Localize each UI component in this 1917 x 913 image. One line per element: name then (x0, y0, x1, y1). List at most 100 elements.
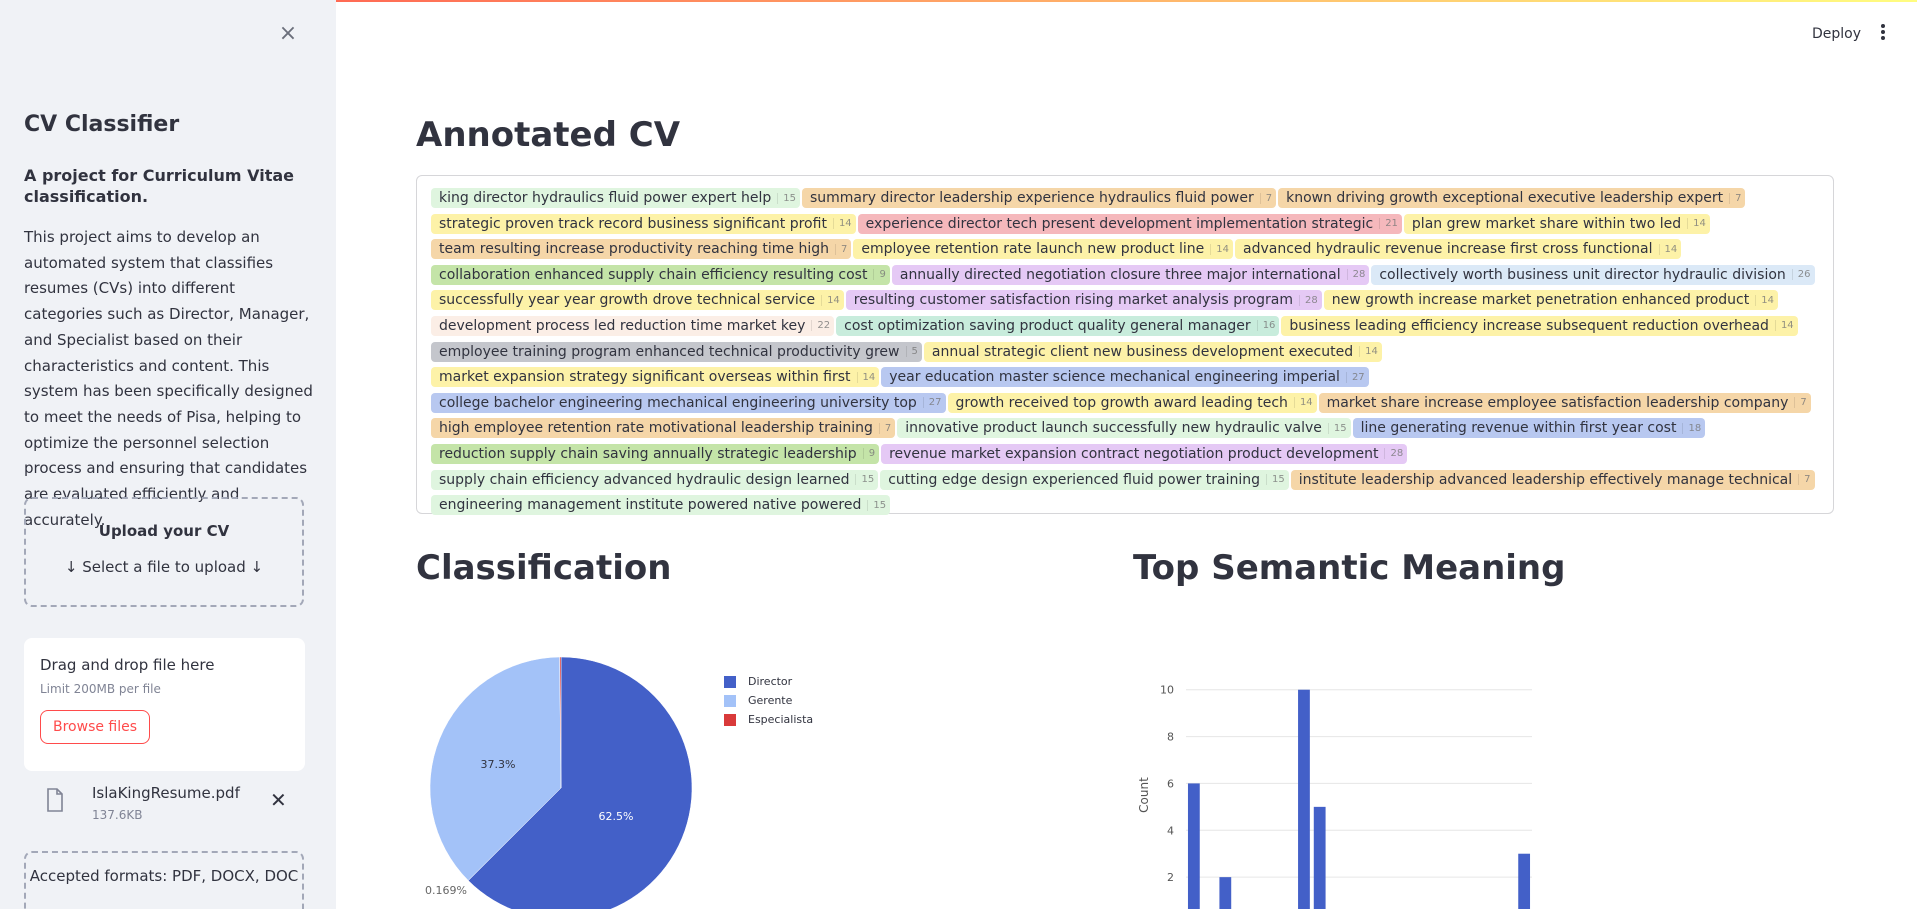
chip-tag: 14 (1755, 294, 1774, 306)
annotation-chip: revenue market expansion contract negoti… (881, 443, 1408, 464)
legend-label: Gerente (748, 694, 793, 707)
annotation-chip: known driving growth exceptional executi… (1278, 188, 1746, 208)
annotation-chip: experience director tech present develop… (857, 213, 1402, 234)
chip-tag: 28 (1384, 448, 1403, 460)
chip-text: successfully year year growth drove tech… (439, 292, 816, 309)
legend-item[interactable]: Director (724, 672, 813, 691)
chip-text: advanced hydraulic revenue increase firs… (1243, 241, 1653, 258)
annotation-chip: supply chain efficiency advanced hydraul… (431, 469, 879, 490)
chip-tag: 18 (1682, 422, 1701, 434)
legend-item[interactable]: Gerente (724, 691, 813, 710)
chip-tag: 15 (867, 499, 886, 511)
chip-tag: 9 (873, 269, 886, 281)
bar[interactable] (1187, 783, 1200, 913)
annotation-chip: collectively worth business unit directo… (1371, 264, 1815, 285)
annotation-chips: king director hydraulics fluid power exp… (431, 188, 1819, 516)
annotation-chip: advanced hydraulic revenue increase firs… (1235, 239, 1682, 260)
chip-text: innovative product launch successfully n… (905, 420, 1322, 437)
chip-tag: 14 (1774, 320, 1794, 332)
drop-zone-limit: Limit 200MB per file (40, 682, 161, 696)
chip-text: development process led reduction time m… (439, 317, 806, 334)
deploy-button[interactable]: Deploy (1812, 26, 1861, 42)
chip-text: plan grew market share within two led (1411, 215, 1682, 232)
annotation-chip: engineering management institute powered… (431, 495, 891, 516)
upload-hint: ↓ Select a file to upload ↓ (64, 558, 264, 576)
sidebar-description: This project aims to develop an automate… (24, 228, 313, 529)
file-drop-zone[interactable]: Drag and drop file here Limit 200MB per … (24, 638, 305, 771)
annotated-cv-title: Annotated CV (416, 115, 681, 155)
annotation-chip: reduction supply chain saving annually s… (431, 443, 880, 464)
annotation-chip: resulting customer satisfaction rising m… (845, 290, 1322, 311)
chip-text: high employee retention rate motivationa… (439, 420, 873, 437)
classification-pie-chart: 62.5% 37.3% 0.169% (416, 640, 696, 913)
annotation-chip: king director hydraulics fluid power exp… (431, 188, 800, 208)
close-sidebar-icon[interactable]: × (278, 23, 298, 45)
annotation-chip: team resulting increase productivity rea… (431, 239, 852, 260)
chip-tag: 7 (834, 243, 847, 255)
chip-tag: 14 (832, 218, 852, 230)
bar[interactable] (1518, 853, 1531, 913)
chip-text: strategic proven track record business s… (439, 215, 827, 232)
chip-tag: 27 (1345, 371, 1365, 383)
bar[interactable] (1219, 877, 1232, 913)
chip-text: employee retention rate launch new produ… (861, 241, 1205, 258)
legend-swatch (724, 675, 736, 688)
bar[interactable] (1313, 806, 1326, 913)
chip-text: team resulting increase productivity rea… (439, 241, 829, 258)
annotation-chip: plan grew market share within two led 14 (1403, 213, 1710, 234)
upload-title: Upload your CV (98, 522, 230, 540)
chip-tag: 28 (1346, 269, 1365, 281)
browse-files-button[interactable]: Browse files (40, 710, 151, 744)
chip-tag: 15 (855, 474, 874, 486)
annotation-chip: annually directed negotiation closure th… (891, 264, 1370, 285)
legend-label: Especialista (748, 713, 814, 726)
annotation-chip: market expansion strategy significant ov… (431, 367, 880, 388)
sidebar-title: CV Classifier (24, 112, 180, 137)
chip-tag: 5 (905, 346, 918, 358)
chip-text: year education master science mechanical… (889, 369, 1340, 386)
legend-item[interactable]: Especialista (724, 710, 813, 729)
pie-legend: Director Gerente Especialista (724, 672, 813, 729)
y-tick-label: 2 (1167, 871, 1174, 884)
annotation-chip: successfully year year growth drove tech… (431, 290, 844, 311)
legend-label: Director (748, 675, 793, 688)
y-tick-label: 8 (1167, 731, 1174, 744)
main-menu-icon[interactable] (1876, 22, 1890, 44)
chip-tag: 22 (811, 320, 830, 332)
chip-text: growth received top growth award leading… (955, 394, 1288, 411)
chip-text: cutting edge design experienced fluid po… (888, 471, 1261, 488)
annotation-chip: line generating revenue within first yea… (1352, 418, 1706, 439)
chip-text: reduction supply chain saving annually s… (439, 445, 857, 462)
classification-title: Classification (416, 548, 672, 588)
uploaded-file: IslaKingResume.pdf 137.6KB ✕ (44, 782, 300, 828)
annotation-chip: growth received top growth award leading… (947, 392, 1317, 413)
file-size: 137.6KB (92, 808, 143, 822)
sidebar: × CV Classifier A project for Curriculum… (0, 0, 336, 909)
chip-text: institute leadership advanced leadership… (1298, 471, 1793, 488)
annotation-chip: market share increase employee satisfact… (1318, 392, 1811, 413)
annotation-chip: business leading efficiency increase sub… (1281, 315, 1798, 336)
chip-tag: 21 (1379, 218, 1398, 230)
remove-file-icon[interactable]: ✕ (270, 788, 287, 812)
chip-text: king director hydraulics fluid power exp… (439, 190, 772, 206)
y-tick-label: 10 (1160, 684, 1174, 697)
file-icon (47, 788, 63, 812)
chip-tag: 7 (1798, 474, 1811, 486)
chip-tag: 14 (1359, 346, 1378, 358)
annotation-chip: college bachelor engineering mechanical … (431, 392, 946, 413)
chip-tag: 16 (1256, 320, 1275, 332)
chip-text: business leading efficiency increase sub… (1289, 317, 1769, 334)
chip-text: known driving growth exceptional executi… (1286, 190, 1724, 206)
annotated-cv-box: king director hydraulics fluid power exp… (416, 175, 1834, 516)
bar[interactable] (1298, 689, 1310, 913)
legend-swatch (724, 713, 736, 726)
chip-text: collaboration enhanced supply chain effi… (439, 266, 868, 283)
chip-text: market share increase employee satisfact… (1326, 394, 1789, 411)
chip-tag: 9 (862, 448, 875, 460)
chip-text: revenue market expansion contract negoti… (889, 445, 1379, 462)
y-tick-label: 6 (1167, 777, 1174, 790)
chip-text: employee training program enhanced techn… (439, 343, 900, 360)
chip-tag: 28 (1298, 294, 1318, 306)
annotation-chip: institute leadership advanced leadership… (1290, 469, 1815, 490)
annotation-chip: cutting edge design experienced fluid po… (880, 469, 1289, 490)
